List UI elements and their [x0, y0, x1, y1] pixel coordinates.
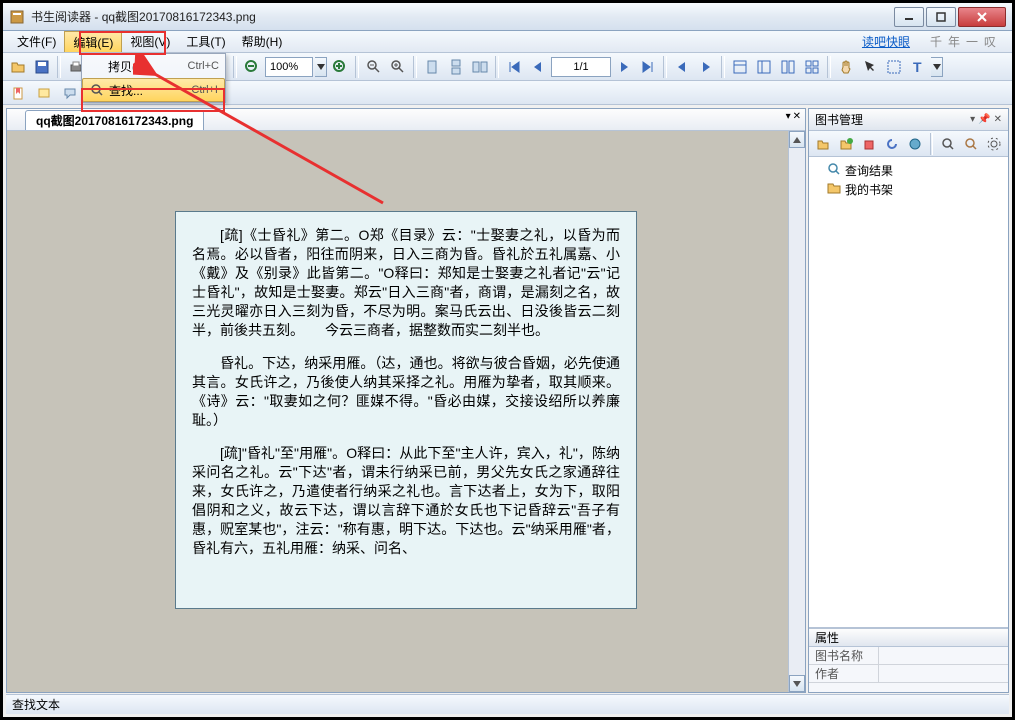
tab-menu-icon[interactable]: ▾ [786, 111, 791, 122]
menu-copy[interactable]: 拷贝(C) Ctrl+C [82, 54, 225, 78]
page-paragraph: [疏]"昏礼"至"用雁"。O释曰：从此下至"主人许，宾入，礼"，陈纳采问名之礼。… [192, 444, 620, 558]
pointer-tool-icon[interactable] [859, 56, 881, 78]
slogan-text: 千年一叹 [930, 31, 1002, 52]
app-icon [9, 9, 25, 25]
next-page-button[interactable] [613, 56, 635, 78]
menu-edit[interactable]: 编辑(E) [64, 31, 122, 52]
zoom-out-button[interactable] [241, 56, 263, 78]
select-tool-icon[interactable] [883, 56, 905, 78]
vertical-scrollbar[interactable] [788, 131, 805, 692]
lib-open-icon[interactable] [813, 133, 833, 155]
prev-page-button[interactable] [527, 56, 549, 78]
lib-config-icon[interactable] [984, 133, 1004, 155]
document-pane: qq截图20170816172343.png ▾ ✕ [疏]《士昏礼》第二。O郑… [6, 108, 806, 693]
zoom-level[interactable]: 100% [265, 57, 313, 77]
titlebar: 书生阅读器 - qq截图20170816172343.png [3, 3, 1012, 31]
folder-icon [827, 181, 841, 198]
minimize-button[interactable] [894, 7, 924, 27]
lib-new-icon[interactable] [836, 133, 856, 155]
panel-pin-icon[interactable]: 📌 [978, 114, 990, 125]
panel-close-icon[interactable]: ✕ [994, 114, 1002, 125]
properties-title: 属性 [809, 629, 1008, 647]
menu-view[interactable]: 视图(V) [122, 31, 178, 52]
document-page: [疏]《士昏礼》第二。O郑《目录》云："士娶妻之礼，以昏为而名焉。必以昏者，阳往… [175, 211, 637, 609]
lib-delete-icon[interactable] [859, 133, 879, 155]
comment-icon[interactable] [59, 82, 81, 104]
properties-panel: 属性 图书名称 作者 [809, 628, 1008, 692]
menubar: 文件(F) 编辑(E) 视图(V) 工具(T) 帮助(H) 读吧快眼 千年一叹 [3, 31, 1012, 53]
maximize-button[interactable] [926, 7, 956, 27]
document-view[interactable]: [疏]《士昏礼》第二。O郑《目录》云："士娶妻之礼，以昏为而名焉。必以昏者，阳往… [7, 131, 805, 692]
tool-dropdown[interactable] [931, 57, 943, 77]
view-facing-icon[interactable] [469, 56, 491, 78]
page-indicator[interactable]: 1/1 [551, 57, 611, 77]
tree-item-shelf[interactable]: 我的书架 [813, 180, 1004, 199]
library-tree[interactable]: 查询结果 我的书架 [809, 157, 1008, 628]
lib-search-icon[interactable] [938, 133, 958, 155]
document-tabbar: qq截图20170816172343.png ▾ ✕ [7, 109, 805, 131]
scroll-down-icon[interactable] [789, 675, 805, 692]
edit-dropdown: 拷贝(C) Ctrl+C 查找... Ctrl+I [81, 53, 226, 103]
tree-item-results[interactable]: 查询结果 [813, 161, 1004, 180]
text-tool-icon[interactable]: T [907, 56, 929, 78]
results-icon [827, 162, 841, 179]
prop-row: 作者 [809, 665, 1008, 683]
fit-width-icon[interactable] [363, 56, 385, 78]
prop-row: 图书名称 [809, 647, 1008, 665]
last-page-button[interactable] [637, 56, 659, 78]
bookmark-icon[interactable] [7, 82, 29, 104]
zoom-in-button[interactable] [329, 56, 351, 78]
nav-back-button[interactable] [671, 56, 693, 78]
page-paragraph: 昏礼。下达，纳采用雁。（达，通也。将欲与彼合昏姻，必先使通其言。女氏许之，乃後使… [192, 354, 620, 430]
save-button[interactable] [31, 56, 53, 78]
panel-menu-icon[interactable]: ▾ [970, 114, 975, 125]
layout3-icon[interactable] [777, 56, 799, 78]
first-page-button[interactable] [503, 56, 525, 78]
scroll-up-icon[interactable] [789, 131, 805, 148]
window-title: 书生阅读器 - qq截图20170816172343.png [31, 8, 894, 25]
panel-toolbar [809, 131, 1008, 157]
layout1-icon[interactable] [729, 56, 751, 78]
lib-zoom-icon[interactable] [961, 133, 981, 155]
status-text: 查找文本 [12, 696, 60, 713]
library-panel: 图书管理 ▾ 📌 ✕ 查 [808, 108, 1009, 693]
hand-tool-icon[interactable] [835, 56, 857, 78]
page-paragraph: [疏]《士昏礼》第二。O郑《目录》云："士娶妻之礼，以昏为而名焉。必以昏者，阳往… [192, 226, 620, 340]
menu-help[interactable]: 帮助(H) [234, 31, 291, 52]
document-tab[interactable]: qq截图20170816172343.png [25, 110, 204, 130]
open-button[interactable] [7, 56, 29, 78]
view-single-icon[interactable] [421, 56, 443, 78]
zoom-dropdown[interactable] [315, 57, 327, 77]
lib-globe-icon[interactable] [905, 133, 925, 155]
note-icon[interactable] [33, 82, 55, 104]
svg-text:T: T [913, 59, 922, 75]
status-bar: 查找文本 [6, 694, 1009, 714]
panel-title: 图书管理 ▾ 📌 ✕ [809, 109, 1008, 131]
menu-tools[interactable]: 工具(T) [178, 31, 233, 52]
lib-refresh-icon[interactable] [882, 133, 902, 155]
menu-file[interactable]: 文件(F) [9, 31, 64, 52]
read-link[interactable]: 读吧快眼 [862, 31, 910, 52]
layout4-icon[interactable] [801, 56, 823, 78]
close-button[interactable] [958, 7, 1006, 27]
layout2-icon[interactable] [753, 56, 775, 78]
search-icon [89, 83, 105, 97]
tab-close-icon[interactable]: ✕ [793, 111, 801, 122]
fit-page-icon[interactable] [387, 56, 409, 78]
menu-find[interactable]: 查找... Ctrl+I [82, 78, 225, 102]
nav-fwd-button[interactable] [695, 56, 717, 78]
view-continuous-icon[interactable] [445, 56, 467, 78]
